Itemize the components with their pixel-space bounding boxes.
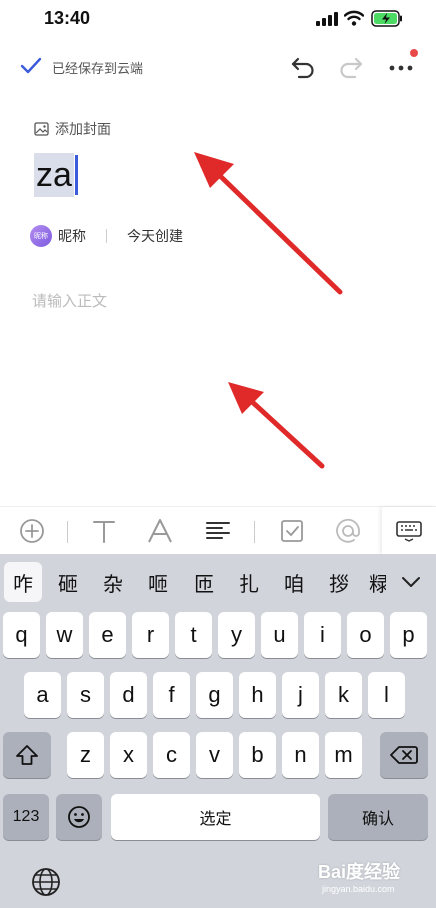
format-separator [67, 521, 68, 543]
key-k[interactable]: k [325, 672, 362, 718]
key-u[interactable]: u [261, 612, 298, 658]
format-toolbar [0, 506, 436, 555]
key-n[interactable]: n [282, 732, 319, 778]
more-icon[interactable] [388, 54, 416, 80]
ios-keyboard: 咋 砸 杂 咂 匝 扎 咱 拶 粶 q w e r t y u i o p a … [0, 554, 436, 908]
check-icon [20, 57, 42, 74]
redo-icon[interactable] [338, 54, 364, 80]
space-key[interactable]: 选定 [111, 794, 320, 840]
key-w[interactable]: w [46, 612, 83, 658]
key-y[interactable]: y [218, 612, 255, 658]
key-j[interactable]: j [282, 672, 319, 718]
candidate-item[interactable]: 咂 [139, 562, 177, 602]
shift-key[interactable] [3, 732, 51, 778]
watermark-url: jingyan.baidu.com [322, 884, 395, 894]
body-input[interactable]: 请输入正文 [32, 290, 107, 311]
title-text: za [34, 153, 74, 197]
status-bar: 13:40 [0, 0, 436, 40]
author-name[interactable]: 昵称 [58, 226, 86, 246]
text-style-icon[interactable] [90, 517, 118, 545]
insert-plus-icon[interactable] [18, 517, 46, 545]
backspace-icon [390, 746, 418, 764]
candidate-item[interactable]: 匝 [185, 562, 223, 602]
key-z[interactable]: z [67, 732, 104, 778]
image-icon [34, 122, 49, 136]
candidate-item[interactable]: 杂 [94, 562, 132, 602]
expand-candidates-button[interactable] [386, 560, 436, 604]
numbers-key[interactable]: 123 [3, 794, 49, 840]
mention-icon[interactable] [334, 517, 362, 545]
key-q[interactable]: q [3, 612, 40, 658]
key-i[interactable]: i [304, 612, 341, 658]
key-b[interactable]: b [239, 732, 276, 778]
key-a[interactable]: a [24, 672, 61, 718]
key-g[interactable]: g [196, 672, 233, 718]
key-r[interactable]: r [132, 612, 169, 658]
keyboard-toggle-button[interactable] [382, 507, 436, 555]
status-time: 13:40 [44, 8, 91, 28]
globe-icon[interactable] [30, 866, 62, 898]
add-cover-label: 添加封面 [55, 122, 111, 138]
candidate-item[interactable]: 咱 [275, 562, 313, 602]
notification-dot [410, 49, 418, 57]
key-x[interactable]: x [110, 732, 147, 778]
candidate-item[interactable]: 咋 [4, 562, 42, 602]
add-cover-button[interactable]: 添加封面 [34, 119, 111, 139]
format-separator [254, 521, 255, 543]
align-left-icon[interactable] [204, 517, 232, 545]
key-l[interactable]: l [368, 672, 405, 718]
chevron-down-icon [402, 577, 420, 587]
key-p[interactable]: p [390, 612, 427, 658]
key-t[interactable]: t [175, 612, 212, 658]
watermark-brand: Bai度经验 [318, 862, 401, 882]
emoji-icon [68, 806, 90, 828]
candidate-item[interactable]: 砸 [49, 562, 87, 602]
keyboard-icon [396, 521, 422, 542]
key-e[interactable]: e [89, 612, 126, 658]
candidate-item[interactable]: 拶 [320, 562, 358, 602]
doc-meta: 昵称 昵称 今天创建 [30, 224, 183, 248]
candidate-bar: 咋 砸 杂 咂 匝 扎 咱 拶 粶 [0, 554, 436, 608]
created-date: 今天创建 [127, 229, 183, 245]
key-d[interactable]: d [110, 672, 147, 718]
shift-icon [16, 745, 38, 765]
cellular-signal-icon [316, 12, 338, 26]
key-h[interactable]: h [239, 672, 276, 718]
key-s[interactable]: s [67, 672, 104, 718]
title-field[interactable]: za [34, 152, 78, 198]
avatar[interactable]: 昵称 [30, 225, 52, 247]
save-status: 已经保存到云端 [52, 62, 144, 77]
wifi-icon [344, 10, 364, 26]
candidate-item[interactable]: 扎 [230, 562, 268, 602]
key-o[interactable]: o [347, 612, 384, 658]
key-c[interactable]: c [153, 732, 190, 778]
emoji-key[interactable] [56, 794, 102, 840]
undo-icon[interactable] [290, 54, 316, 80]
meta-divider [106, 229, 107, 243]
font-color-icon[interactable] [146, 517, 174, 545]
backspace-key[interactable] [380, 732, 428, 778]
key-v[interactable]: v [196, 732, 233, 778]
baidu-jingyan-watermark: Bai度经验 jingyan.baidu.com [318, 854, 428, 904]
return-key[interactable]: 确认 [328, 794, 428, 840]
editor-toolbar: 已经保存到云端 [0, 44, 436, 90]
annotation-arrow-body [228, 382, 325, 469]
battery-charging-icon [371, 10, 402, 27]
annotation-arrow-title [194, 152, 343, 295]
text-caret [74, 155, 78, 195]
checkbox-icon[interactable] [278, 517, 306, 545]
key-f[interactable]: f [153, 672, 190, 718]
key-m[interactable]: m [325, 732, 362, 778]
